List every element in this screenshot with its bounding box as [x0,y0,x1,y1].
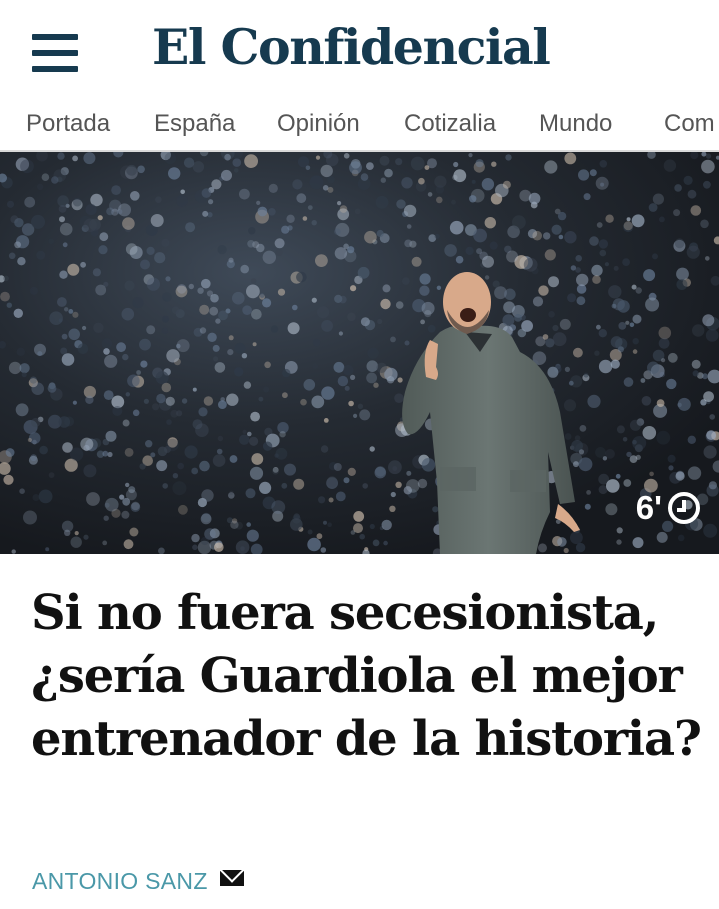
read-time-value: 6' [635,489,662,526]
nav-item-portada[interactable]: Portada [26,110,110,138]
article-headline[interactable]: Si no fuera secesionista, ¿sería Guardio… [31,582,702,771]
clock-icon [668,491,700,524]
section-nav: Portada España Opinión Cotizalia Mundo C… [0,100,719,152]
mail-icon[interactable] [219,869,244,886]
nav-item-espana[interactable]: España [154,110,235,138]
author-name[interactable]: ANTONIO SANZ [32,868,208,895]
hamburger-menu-icon[interactable] [32,34,78,72]
read-time: 6' [636,491,700,524]
hero-photo [0,152,719,554]
site-logo[interactable]: El Confidencial [152,18,551,76]
byline: ANTONIO SANZ [32,868,244,895]
hero-image[interactable]: 6' [0,152,719,554]
nav-item-comunicacion[interactable]: Com [664,110,715,138]
nav-item-mundo[interactable]: Mundo [539,110,612,138]
nav-item-opinion[interactable]: Opinión [277,110,360,138]
nav-item-cotizalia[interactable]: Cotizalia [404,110,496,138]
site-header: El Confidencial [0,0,719,100]
